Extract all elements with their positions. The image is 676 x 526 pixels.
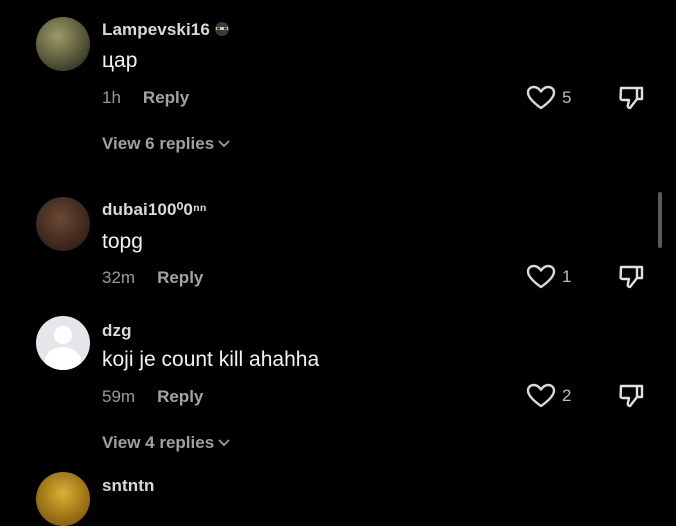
view-replies-button[interactable]: View 4 replies	[102, 433, 230, 453]
comment-time: 59m	[102, 387, 136, 406]
thumbs-down-icon[interactable]	[617, 263, 645, 291]
thumbs-down-icon[interactable]	[617, 382, 645, 410]
comment-time: 32m	[102, 268, 136, 287]
like-count: 1	[562, 267, 572, 286]
chevron-down-icon	[218, 140, 230, 148]
heart-outline-icon	[526, 85, 556, 110]
comment-username[interactable]: Lampevski16	[102, 20, 230, 40]
reply-button[interactable]: Reply	[157, 387, 203, 406]
avatar[interactable]	[36, 17, 90, 71]
comment-text: цар	[102, 49, 138, 72]
ninja-emoji-icon	[214, 22, 229, 36]
chevron-down-icon	[218, 439, 230, 447]
comment-meta: 32m Reply	[102, 268, 203, 288]
avatar[interactable]	[36, 472, 90, 526]
scrollbar[interactable]	[658, 192, 662, 248]
comment-meta: 1h Reply	[102, 88, 189, 108]
like-button[interactable]: 5	[526, 85, 571, 111]
heart-outline-icon	[526, 383, 556, 408]
thumbs-down-icon[interactable]	[617, 84, 645, 112]
comment-username[interactable]: dzg	[102, 321, 132, 341]
avatar[interactable]	[36, 197, 90, 251]
comment-time: 1h	[102, 88, 121, 107]
comment-text: koji je count kill ahahha	[102, 348, 320, 371]
comment-username[interactable]: dubai100⁰0ⁿⁿ	[102, 200, 207, 220]
reply-button[interactable]: Reply	[143, 88, 189, 107]
default-avatar-body	[45, 347, 81, 370]
like-button[interactable]: 1	[526, 264, 571, 290]
comment-meta: 59m Reply	[102, 387, 203, 407]
like-count: 2	[562, 386, 572, 405]
view-replies-button[interactable]: View 6 replies	[102, 134, 230, 154]
like-count: 5	[562, 88, 572, 107]
reply-button[interactable]: Reply	[157, 268, 203, 287]
comment-username[interactable]: sntntn	[102, 476, 155, 496]
avatar[interactable]	[36, 316, 90, 370]
like-button[interactable]: 2	[526, 383, 571, 409]
default-avatar-head	[54, 326, 72, 344]
comment-text: topg	[102, 230, 143, 253]
heart-outline-icon	[526, 264, 556, 289]
